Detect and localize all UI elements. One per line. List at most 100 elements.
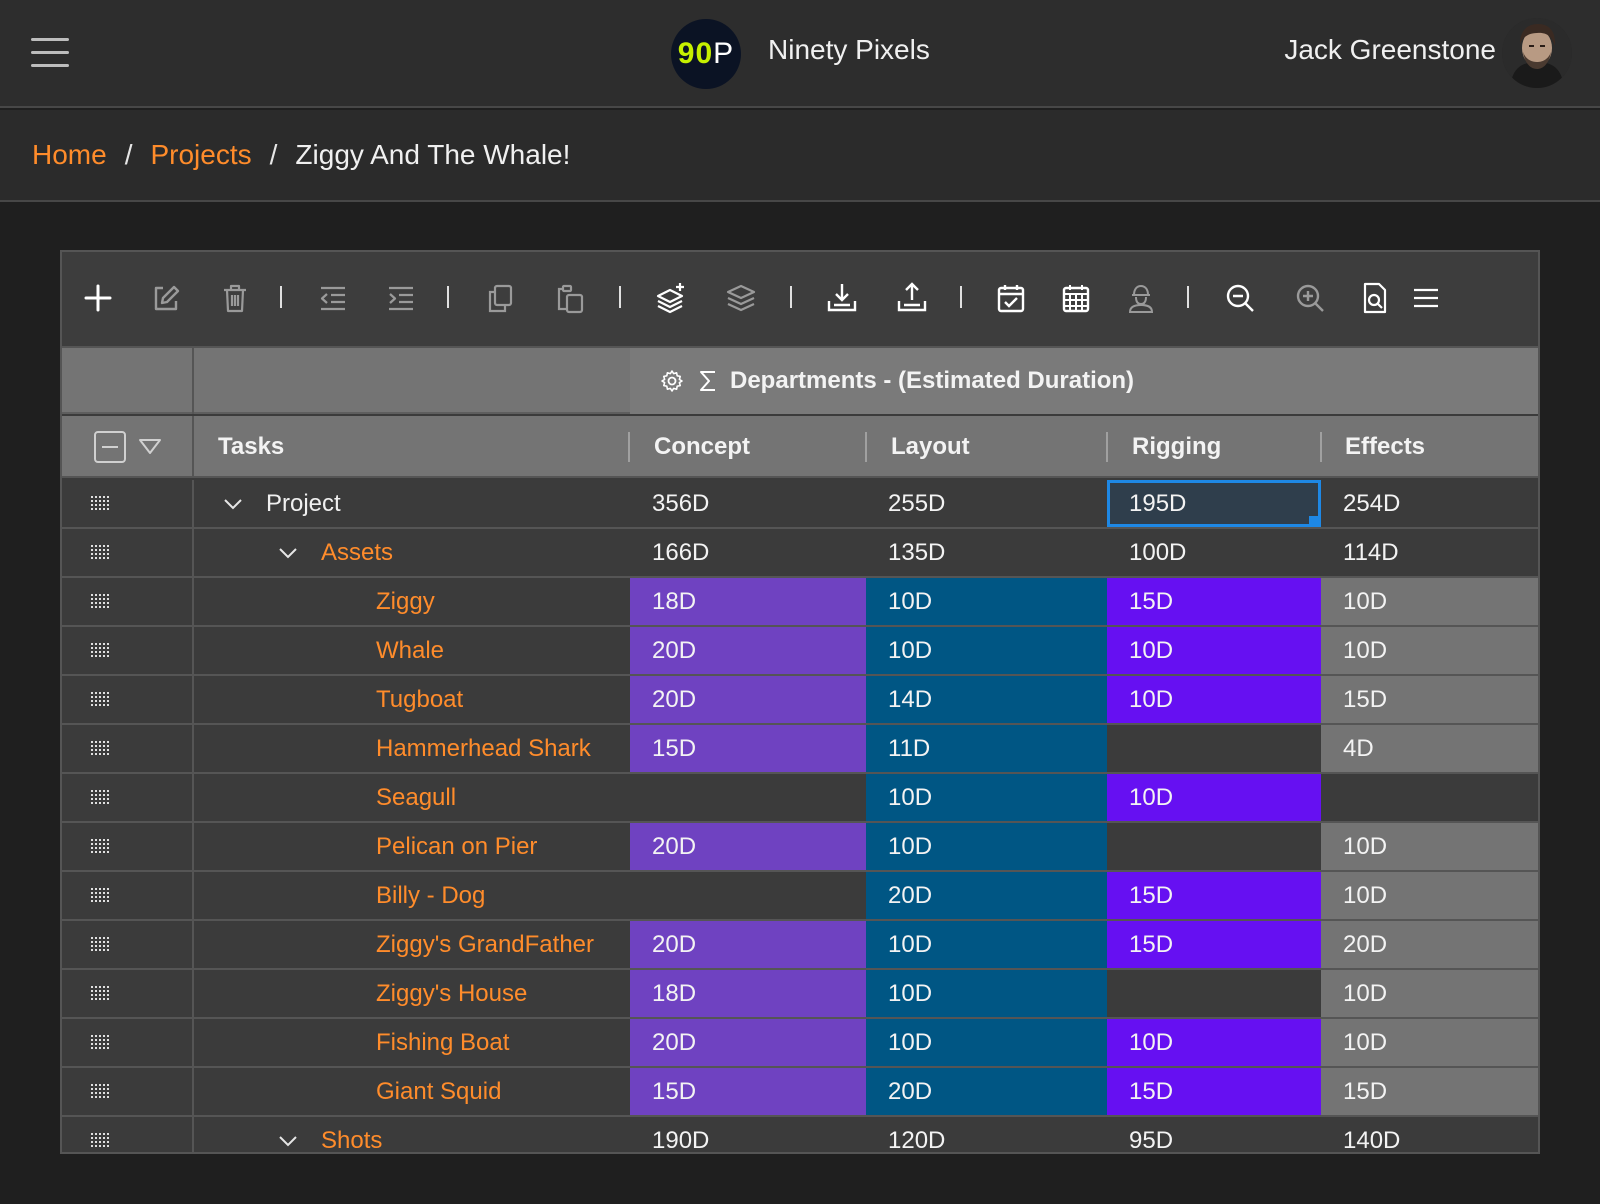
cell-layout[interactable]: 10D: [866, 627, 1107, 674]
outdent-icon[interactable]: [313, 278, 353, 318]
drag-handle-icon[interactable]: [62, 480, 194, 527]
download-icon[interactable]: [822, 278, 862, 318]
zoom-out-icon[interactable]: [1220, 278, 1260, 318]
task-name[interactable]: Giant Squid: [376, 1078, 501, 1106]
task-cell[interactable]: Seagull: [194, 774, 630, 821]
drag-handle-icon[interactable]: [62, 1068, 194, 1115]
calendar-grid-icon[interactable]: [1056, 278, 1096, 318]
table-row[interactable]: Project 356D 255D 195D 254D: [62, 480, 1538, 529]
task-cell[interactable]: Hammerhead Shark: [194, 725, 630, 772]
table-row[interactable]: Hammerhead Shark 15D 11D 4D: [62, 725, 1538, 774]
cell-effects[interactable]: 10D: [1321, 578, 1538, 625]
drag-handle-icon[interactable]: [62, 774, 194, 821]
cell-rigging[interactable]: 15D: [1107, 872, 1321, 919]
cell-concept[interactable]: 20D: [630, 676, 866, 723]
brand-logo[interactable]: 90 P: [671, 19, 741, 89]
cell-concept[interactable]: [630, 872, 866, 919]
drag-handle-icon[interactable]: [62, 676, 194, 723]
drag-handle-icon[interactable]: [62, 970, 194, 1017]
column-divider[interactable]: [628, 432, 630, 462]
layers-icon[interactable]: [721, 278, 761, 318]
user-name[interactable]: Jack Greenstone: [1284, 34, 1496, 66]
task-cell[interactable]: Ziggy: [194, 578, 630, 625]
drag-handle-icon[interactable]: [62, 627, 194, 674]
column-header-effects[interactable]: Effects: [1345, 416, 1535, 478]
cell-layout[interactable]: 10D: [866, 921, 1107, 968]
table-row[interactable]: Seagull 10D 10D: [62, 774, 1538, 823]
table-row[interactable]: Ziggy's GrandFather 20D 10D 15D 20D: [62, 921, 1538, 970]
drag-handle-icon[interactable]: [62, 1019, 194, 1066]
cell-concept[interactable]: 20D: [630, 823, 866, 870]
task-name[interactable]: Whale: [376, 637, 444, 665]
task-cell[interactable]: Ziggy's House: [194, 970, 630, 1017]
cell-concept[interactable]: [630, 774, 866, 821]
worker-icon[interactable]: [1121, 278, 1161, 318]
cell-rigging[interactable]: [1107, 823, 1321, 870]
task-name[interactable]: Seagull: [376, 784, 456, 812]
cell-effects[interactable]: 254D: [1321, 480, 1538, 527]
cell-concept[interactable]: 20D: [630, 1019, 866, 1066]
chevron-down-icon[interactable]: [273, 538, 303, 568]
drag-handle-icon[interactable]: [62, 823, 194, 870]
table-row[interactable]: Fishing Boat 20D 10D 10D 10D: [62, 1019, 1538, 1068]
cell-effects[interactable]: 10D: [1321, 1019, 1538, 1066]
column-divider[interactable]: [865, 432, 867, 462]
cell-concept[interactable]: 18D: [630, 578, 866, 625]
cell-effects[interactable]: 4D: [1321, 725, 1538, 772]
cell-concept[interactable]: 20D: [630, 921, 866, 968]
table-row[interactable]: Shots 190D 120D 95D 140D: [62, 1117, 1538, 1152]
table-row[interactable]: Whale 20D 10D 10D 10D: [62, 627, 1538, 676]
task-cell[interactable]: Whale: [194, 627, 630, 674]
cell-rigging[interactable]: 95D: [1107, 1117, 1321, 1152]
add-icon[interactable]: [78, 278, 118, 318]
menu-icon[interactable]: [1406, 278, 1446, 318]
upload-icon[interactable]: [892, 278, 932, 318]
drag-handle-icon[interactable]: [62, 725, 194, 772]
fill-handle[interactable]: [1309, 516, 1318, 525]
task-cell[interactable]: Giant Squid: [194, 1068, 630, 1115]
task-name[interactable]: Billy - Dog: [376, 882, 485, 910]
cell-concept[interactable]: 18D: [630, 970, 866, 1017]
cell-layout[interactable]: 10D: [866, 1019, 1107, 1066]
task-cell[interactable]: Assets: [194, 529, 630, 576]
table-row[interactable]: Ziggy 18D 10D 15D 10D: [62, 578, 1538, 627]
task-cell[interactable]: Pelican on Pier: [194, 823, 630, 870]
cell-effects[interactable]: 114D: [1321, 529, 1538, 576]
table-row[interactable]: Ziggy's House 18D 10D 10D: [62, 970, 1538, 1019]
cell-rigging[interactable]: 15D: [1107, 578, 1321, 625]
search-document-icon[interactable]: [1355, 278, 1395, 318]
table-row[interactable]: Billy - Dog 20D 15D 10D: [62, 872, 1538, 921]
drag-handle-icon[interactable]: [62, 872, 194, 919]
column-header-layout[interactable]: Layout: [891, 416, 1101, 478]
zoom-in-icon[interactable]: [1290, 278, 1330, 318]
drag-handle-icon[interactable]: [62, 529, 194, 576]
cell-rigging[interactable]: 10D: [1107, 1019, 1321, 1066]
cell-concept[interactable]: 20D: [630, 627, 866, 674]
table-row[interactable]: Assets 166D 135D 100D 114D: [62, 529, 1538, 578]
table-row[interactable]: Pelican on Pier 20D 10D 10D: [62, 823, 1538, 872]
cell-concept[interactable]: 190D: [630, 1117, 866, 1152]
cell-rigging[interactable]: [1107, 725, 1321, 772]
cell-layout[interactable]: 255D: [866, 480, 1107, 527]
cell-rigging[interactable]: 15D: [1107, 1068, 1321, 1115]
task-name[interactable]: Hammerhead Shark: [376, 735, 591, 763]
cell-layout[interactable]: 10D: [866, 774, 1107, 821]
cell-rigging[interactable]: 100D: [1107, 529, 1321, 576]
cell-layout[interactable]: 120D: [866, 1117, 1107, 1152]
task-name[interactable]: Ziggy's GrandFather: [376, 931, 594, 959]
calendar-check-icon[interactable]: [991, 278, 1031, 318]
cell-rigging[interactable]: 10D: [1107, 774, 1321, 821]
cell-effects[interactable]: 140D: [1321, 1117, 1538, 1152]
drag-handle-icon[interactable]: [62, 921, 194, 968]
cell-concept[interactable]: 15D: [630, 1068, 866, 1115]
column-header-tasks[interactable]: Tasks: [218, 416, 628, 478]
cell-effects[interactable]: [1321, 774, 1538, 821]
cell-layout[interactable]: 135D: [866, 529, 1107, 576]
cell-rigging[interactable]: 10D: [1107, 676, 1321, 723]
task-cell[interactable]: Project: [194, 480, 630, 527]
indent-icon[interactable]: [381, 278, 421, 318]
cell-layout[interactable]: 11D: [866, 725, 1107, 772]
task-cell[interactable]: Tugboat: [194, 676, 630, 723]
task-name[interactable]: Pelican on Pier: [376, 833, 537, 861]
cell-layout[interactable]: 10D: [866, 578, 1107, 625]
